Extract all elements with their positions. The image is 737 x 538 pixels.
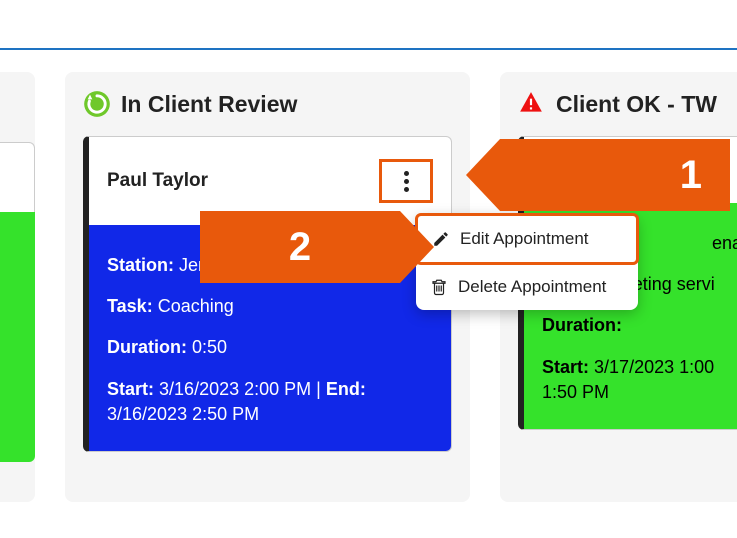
- column-cropped-left: [0, 72, 35, 502]
- callout-step-2: 2: [200, 211, 400, 283]
- menu-item-label: Edit Appointment: [460, 229, 589, 249]
- column-header: In Client Review: [83, 90, 452, 118]
- reload-icon: [83, 90, 111, 118]
- appointment-card[interactable]: Paul Taylor Station: Jer Task: Coaching: [83, 136, 452, 452]
- duration-label: Duration:: [542, 315, 622, 335]
- station-value: ena: [712, 233, 737, 253]
- column-header: Client OK - TW: [518, 90, 737, 118]
- callout-number: 2: [289, 225, 311, 270]
- end-value: 1:50 PM: [542, 382, 609, 402]
- warning-triangle-icon: [518, 90, 546, 118]
- card-context-menu: Edit Appointment Delete Appointment: [416, 214, 638, 310]
- callout-number: 1: [680, 153, 702, 198]
- start-label: Start:: [542, 357, 589, 377]
- menu-item-edit-appointment[interactable]: Edit Appointment: [415, 213, 639, 265]
- menu-item-label: Delete Appointment: [458, 277, 606, 297]
- menu-item-delete-appointment[interactable]: Delete Appointment: [416, 264, 638, 310]
- duration-value: 0:50: [192, 337, 227, 357]
- station-label: Station:: [107, 255, 174, 275]
- pencil-icon: [432, 230, 450, 248]
- vertical-dots-icon: [404, 171, 409, 192]
- column-title: In Client Review: [121, 91, 297, 118]
- column-title: Client OK - TW: [556, 91, 717, 118]
- header-divider: [0, 48, 737, 50]
- end-value: 3/16/2023 2:50 PM: [107, 404, 259, 424]
- time-divider: |: [316, 379, 321, 399]
- end-label: End:: [326, 379, 366, 399]
- start-label: Start:: [107, 379, 154, 399]
- callout-step-1: 1: [500, 139, 730, 211]
- client-name: Paul Taylor: [107, 170, 208, 192]
- duration-label: Duration:: [107, 337, 187, 357]
- card-menu-button[interactable]: [379, 159, 433, 203]
- task-label: Task:: [107, 296, 153, 316]
- card-fragment-body: [0, 212, 35, 462]
- start-value: 3/17/2023 1:00: [594, 357, 714, 377]
- column-in-client-review: In Client Review Paul Taylor Station: Je…: [65, 72, 470, 502]
- card-fragment-head: [0, 142, 35, 212]
- start-value: 3/16/2023 2:00 PM: [159, 379, 311, 399]
- task-value: Coaching: [158, 296, 234, 316]
